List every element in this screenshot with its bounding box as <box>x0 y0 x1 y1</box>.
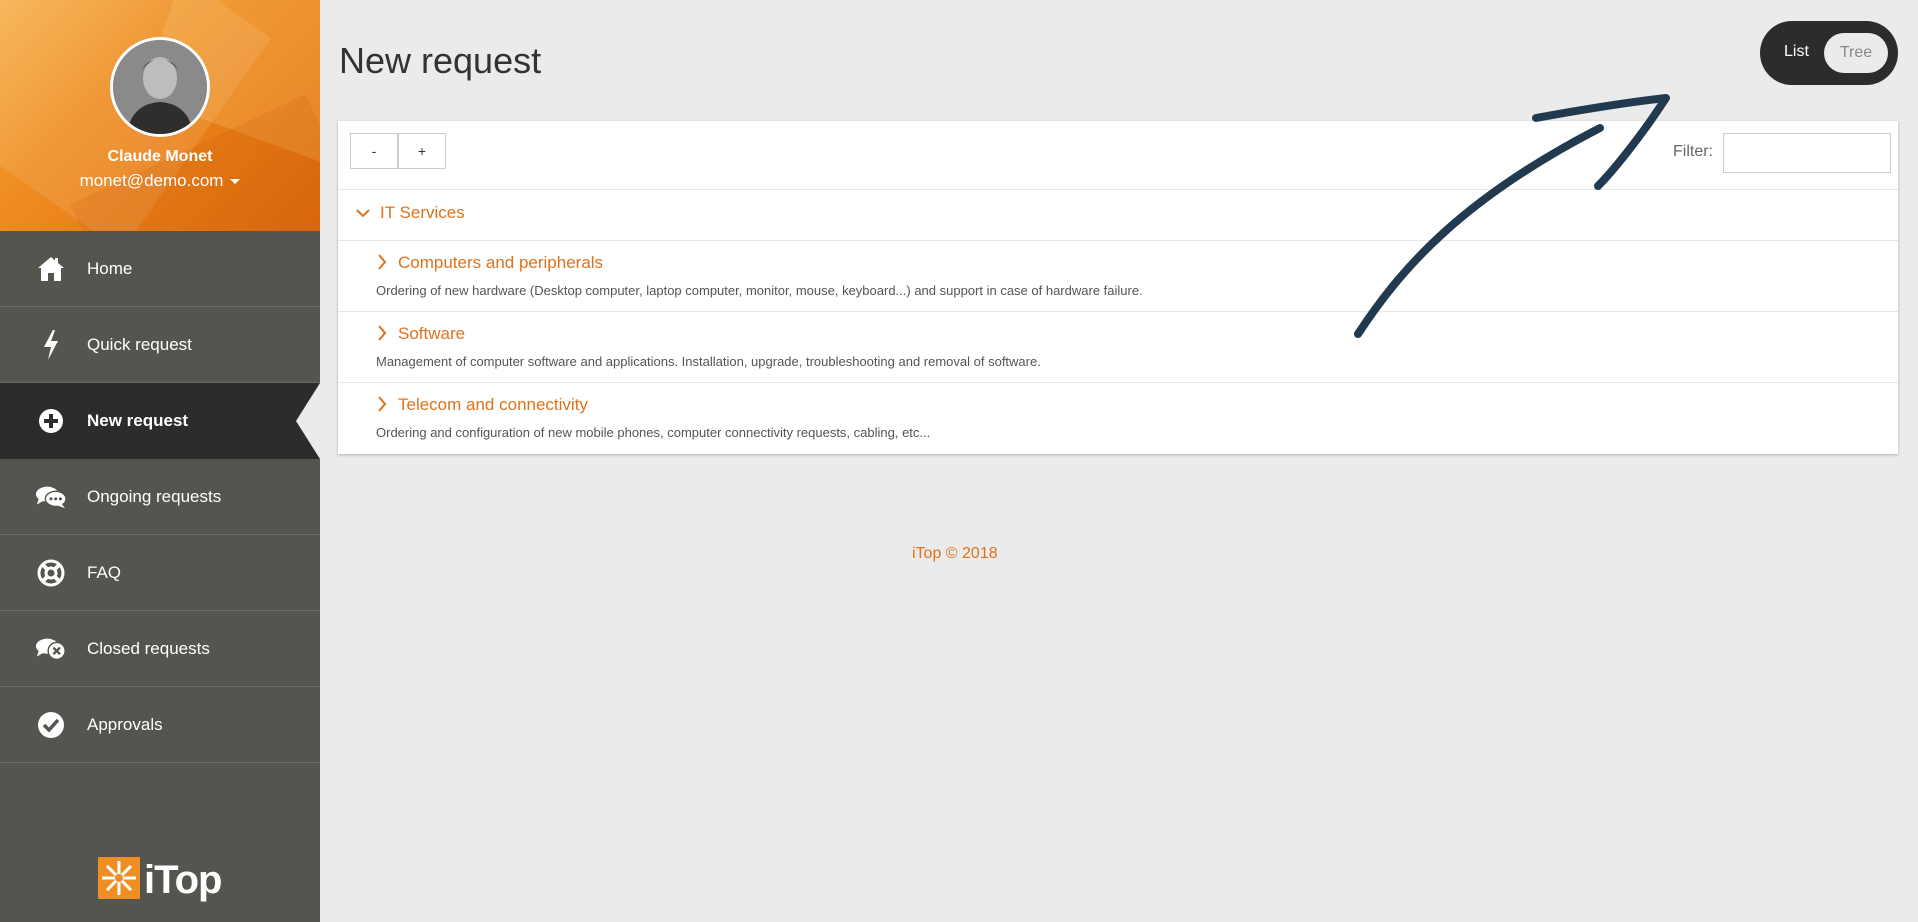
service-description: Ordering and configuration of new mobile… <box>376 425 931 440</box>
chevron-right-icon <box>377 325 387 346</box>
sidebar-item-approvals[interactable]: Approvals <box>0 687 320 763</box>
service-title[interactable]: Telecom and connectivity <box>398 395 588 415</box>
user-panel: Claude Monet monet@demo.com <box>0 0 320 231</box>
service-item-telecom[interactable]: Telecom and connectivity Ordering and co… <box>338 383 1898 453</box>
sidebar-item-label: Ongoing requests <box>87 486 222 506</box>
annotation-arrow-icon <box>1354 94 1670 338</box>
home-icon <box>35 253 67 285</box>
user-menu-toggle[interactable]: monet@demo.com <box>0 171 320 191</box>
collapse-all-button[interactable]: - <box>350 133 398 169</box>
service-title[interactable]: Software <box>398 324 465 344</box>
sidebar-item-label: Closed requests <box>87 638 210 658</box>
footer-copyright: iTop © 2018 <box>912 545 998 562</box>
sidebar-item-home[interactable]: Home <box>0 231 320 307</box>
sidebar-item-quick-request[interactable]: Quick request <box>0 307 320 383</box>
page-title: New request <box>339 40 542 81</box>
itop-logo-text: iTop <box>144 858 222 902</box>
filter-input[interactable] <box>1723 133 1891 173</box>
view-toggle[interactable]: List Tree <box>1760 21 1898 85</box>
sidebar-item-label: Home <box>87 258 133 278</box>
view-toggle-tree[interactable]: Tree <box>1824 33 1888 73</box>
check-circle-icon <box>35 709 67 741</box>
service-title[interactable]: Computers and peripherals <box>398 253 603 273</box>
sidebar: Claude Monet monet@demo.com Home Quick r… <box>0 0 320 922</box>
lightning-icon <box>35 329 67 361</box>
chevron-right-icon <box>377 396 387 417</box>
chat-closed-icon <box>35 633 67 665</box>
itop-logo: iTop <box>98 857 222 904</box>
avatar[interactable] <box>110 37 210 137</box>
sidebar-item-label: Quick request <box>87 334 192 354</box>
user-name: Claude Monet <box>107 148 213 165</box>
chevron-down-icon <box>356 205 370 223</box>
sidebar-item-label: Approvals <box>87 714 163 734</box>
service-description: Management of computer software and appl… <box>376 354 1041 369</box>
view-toggle-list[interactable]: List <box>1784 43 1809 61</box>
sidebar-item-closed-requests[interactable]: Closed requests <box>0 611 320 687</box>
service-group-label: IT Services <box>380 203 465 222</box>
sidebar-item-faq[interactable]: FAQ <box>0 535 320 611</box>
sidebar-item-new-request[interactable]: New request <box>0 383 320 459</box>
plus-circle-icon <box>35 405 67 437</box>
chat-bubbles-icon <box>35 481 67 513</box>
user-email: monet@demo.com <box>79 171 224 190</box>
sidebar-menu: Home Quick request New request Ongoing r… <box>0 231 320 763</box>
lifebuoy-icon <box>35 557 67 589</box>
caret-down-icon <box>230 179 241 185</box>
expand-all-button[interactable]: + <box>398 133 446 169</box>
service-description: Ordering of new hardware (Desktop comput… <box>376 283 1143 298</box>
sidebar-item-label: FAQ <box>87 562 122 582</box>
sidebar-item-ongoing-requests[interactable]: Ongoing requests <box>0 459 320 535</box>
sidebar-item-label: New request <box>87 410 189 430</box>
chevron-right-icon <box>377 254 387 275</box>
itop-logo-icon <box>98 857 140 904</box>
